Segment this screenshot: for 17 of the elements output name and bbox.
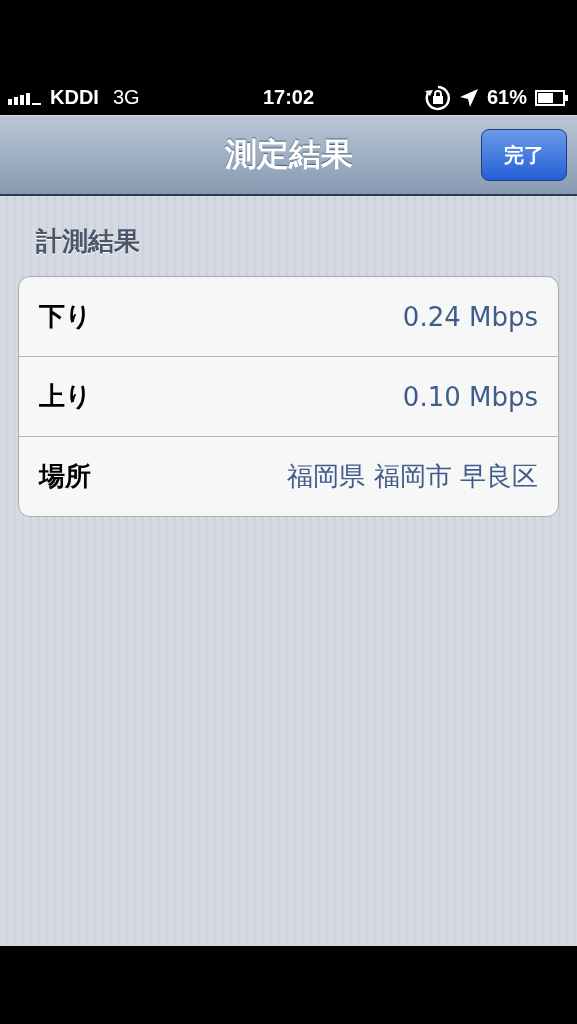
section-header: 計測結果 <box>35 225 141 258</box>
row-label: 下り <box>39 300 92 333</box>
rotation-lock-icon <box>424 84 451 111</box>
screen-title: 測定結果 <box>224 134 353 175</box>
battery-percent: 61% <box>486 86 527 109</box>
row-value: 福岡県 福岡市 早良区 <box>287 460 538 493</box>
network-type: 3G <box>112 86 140 109</box>
location-arrow-icon <box>458 87 479 108</box>
row-value: 0.10 Mbps <box>402 381 538 412</box>
row-value: 0.24 Mbps <box>402 301 538 332</box>
battery-icon <box>535 89 569 106</box>
done-button[interactable]: 完了 <box>481 129 567 181</box>
clock-time: 17:02 <box>262 86 315 109</box>
carrier-name: KDDI <box>50 86 99 109</box>
signal-icon <box>8 90 42 105</box>
row-label: 上り <box>39 380 92 413</box>
row-label: 場所 <box>39 460 91 493</box>
